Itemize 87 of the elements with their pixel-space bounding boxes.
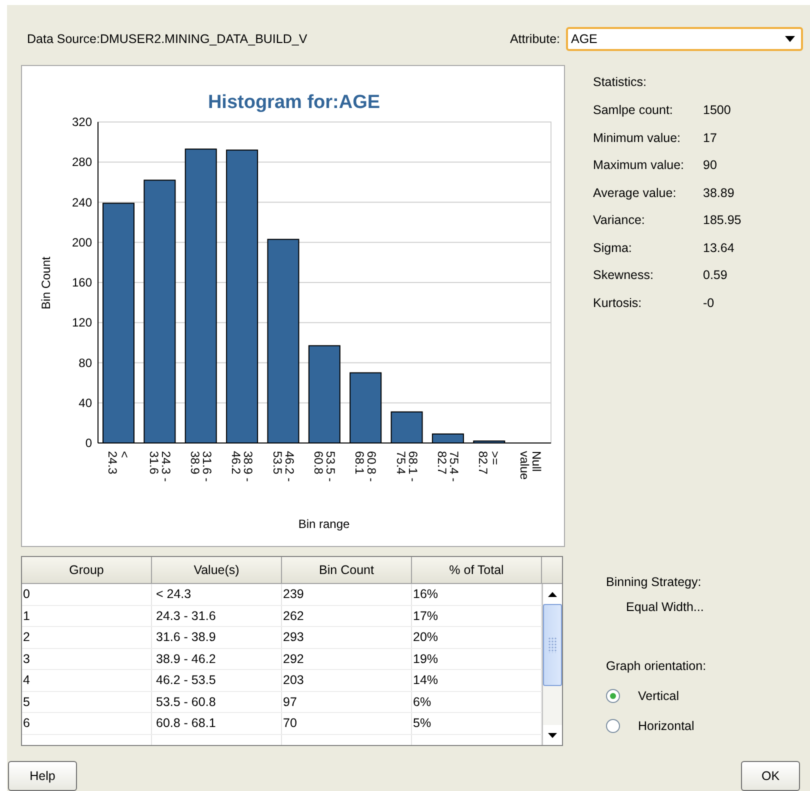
help-button[interactable]: Help bbox=[8, 761, 77, 791]
binning-strategy-link[interactable]: Equal Width... bbox=[626, 600, 810, 614]
x-category-label: 60.8 - 68.1 bbox=[352, 451, 379, 482]
y-tick-label: 200 bbox=[72, 235, 92, 250]
table-cell: 24.3 - 31.6 bbox=[152, 606, 282, 626]
scrollbar[interactable] bbox=[542, 584, 562, 745]
statistic-value: 17 bbox=[703, 130, 717, 146]
histogram-bar bbox=[432, 433, 464, 444]
column-header[interactable]: Group bbox=[22, 557, 152, 583]
ok-button[interactable]: OK bbox=[741, 761, 800, 791]
histogram-bar bbox=[473, 440, 506, 444]
data-source-label: Data Source:DMUSER2.MINING_DATA_BUILD_V bbox=[27, 32, 308, 46]
x-category-label: 24.3 - 31.6 bbox=[146, 451, 173, 482]
x-category-label: 68.1 - 75.4 bbox=[394, 451, 420, 482]
table-cell: 239 bbox=[282, 584, 412, 604]
statistic-value: 0.59 bbox=[703, 268, 728, 284]
table-cell: 4 bbox=[22, 670, 152, 690]
binning-strategy-label: Binning Strategy: bbox=[606, 575, 702, 589]
table-cell: 293 bbox=[282, 627, 412, 648]
x-category-label: 38.9 - 46.2 bbox=[229, 451, 256, 482]
y-tick-label: 280 bbox=[72, 155, 92, 170]
table-cell: 31.6 - 38.9 bbox=[152, 627, 282, 648]
statistic-value: 38.89 bbox=[703, 186, 734, 202]
x-category-label: 53.5 - 60.8 bbox=[312, 451, 338, 482]
statistic-value: -0 bbox=[703, 296, 714, 312]
table-cell: 2 bbox=[22, 627, 152, 648]
statistic-label: Skewness: bbox=[593, 268, 654, 284]
table-cell: < 24.3 bbox=[152, 584, 282, 604]
statistic-label: Minimum value: bbox=[593, 130, 682, 146]
radio-button[interactable] bbox=[606, 719, 620, 733]
x-axis-title: Bin range bbox=[298, 517, 350, 531]
table-cell: 70 bbox=[282, 713, 412, 734]
statistic-label: Variance: bbox=[593, 213, 646, 229]
y-axis-title: Bin Count bbox=[39, 256, 53, 310]
table-cell: 38.9 - 46.2 bbox=[152, 648, 282, 669]
graph-orientation-label: Graph orientation: bbox=[606, 659, 708, 673]
y-tick-label: 120 bbox=[72, 316, 92, 330]
table-cell: 97 bbox=[282, 692, 412, 712]
scroll-down-icon[interactable] bbox=[548, 732, 557, 738]
table-cell: 46.2 - 53.5 bbox=[152, 670, 282, 690]
x-category-label: < 24.3 bbox=[106, 451, 132, 474]
x-category-label: >= 82.7 bbox=[476, 451, 502, 474]
table-cell: 1 bbox=[22, 606, 152, 626]
x-category-label: Null value bbox=[517, 451, 544, 480]
radio-button[interactable] bbox=[606, 689, 620, 703]
statistics-heading: Statistics: bbox=[593, 75, 648, 89]
radio-label[interactable]: Vertical bbox=[638, 689, 679, 703]
table-cell: 203 bbox=[282, 670, 412, 690]
statistic-value: 13.64 bbox=[703, 240, 734, 256]
column-header[interactable]: Bin Count bbox=[282, 557, 412, 583]
statistic-value: 90 bbox=[703, 158, 717, 174]
y-tick-label: 40 bbox=[78, 396, 92, 410]
table-cell: 53.5 - 60.8 bbox=[152, 692, 282, 712]
table-cell: 6 bbox=[22, 713, 152, 734]
statistic-value: 185.95 bbox=[703, 213, 742, 229]
table-cell: 5 bbox=[22, 692, 152, 712]
table-cell: 60.8 - 68.1 bbox=[152, 713, 282, 734]
column-header[interactable]: Value(s) bbox=[152, 557, 282, 583]
statistic-label: Samlpe count: bbox=[593, 103, 674, 119]
histogram-bar bbox=[390, 411, 423, 444]
y-tick-label: 0 bbox=[85, 436, 92, 450]
y-tick-label: 80 bbox=[78, 356, 92, 370]
statistic-label: Sigma: bbox=[593, 240, 633, 257]
column-header[interactable]: % of Total bbox=[412, 557, 542, 583]
y-tick-label: 240 bbox=[72, 195, 92, 210]
table-cell: 0 bbox=[22, 584, 152, 604]
caret-icon bbox=[785, 36, 795, 42]
header-corner bbox=[542, 557, 562, 583]
x-category-label: 46.2 - 53.5 bbox=[270, 451, 296, 482]
table-cell: 3 bbox=[22, 648, 152, 669]
chart-title: Histogram for:AGE bbox=[208, 92, 380, 113]
table-cell: 292 bbox=[282, 648, 412, 669]
x-category-label: 75.4 - 82.7 bbox=[435, 451, 462, 482]
y-tick-label: 160 bbox=[72, 276, 92, 290]
scroll-up-icon[interactable] bbox=[548, 592, 557, 596]
grip-icon bbox=[548, 637, 557, 653]
statistic-value: 1500 bbox=[703, 103, 731, 119]
attribute-dropdown[interactable]: AGE bbox=[566, 27, 803, 51]
statistic-label: Kurtosis: bbox=[593, 296, 643, 312]
x-category-label: 31.6 - 38.9 bbox=[188, 451, 214, 482]
y-tick-label: 320 bbox=[72, 115, 92, 129]
statistic-label: Average value: bbox=[593, 186, 678, 202]
table-cell: 262 bbox=[282, 606, 412, 626]
radio-label[interactable]: Horizontal bbox=[638, 719, 694, 733]
attribute-label: Attribute: bbox=[510, 32, 560, 46]
statistic-label: Maximum value: bbox=[593, 158, 685, 174]
histogram-bar bbox=[350, 372, 382, 444]
